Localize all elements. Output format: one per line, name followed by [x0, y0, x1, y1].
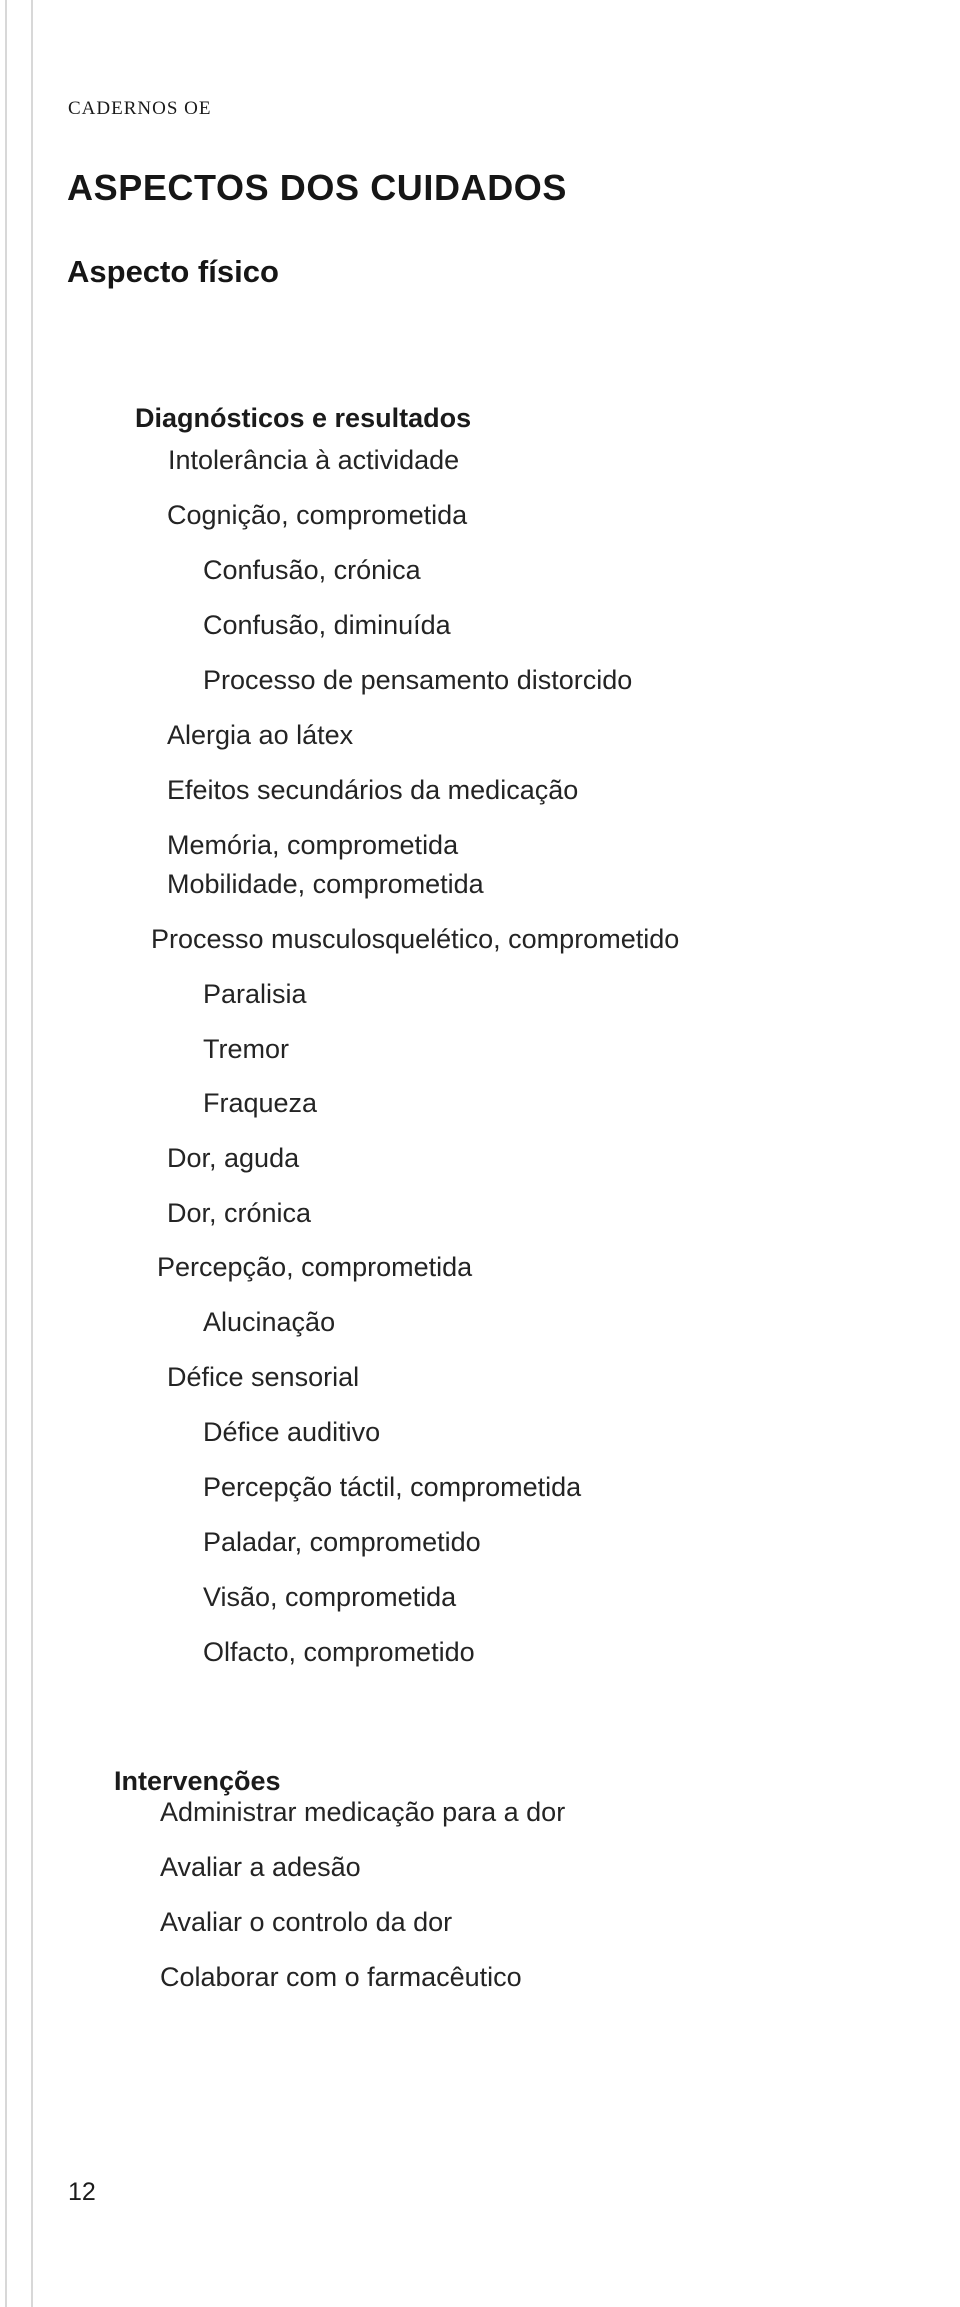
- page-title: ASPECTOS DOS CUIDADOS: [67, 167, 568, 209]
- page-number: 12: [68, 2178, 96, 2206]
- diagnostic-item: Efeitos secundários da medicação: [167, 775, 579, 805]
- document-page: CADERNOS OE ASPECTOS DOS CUIDADOS Aspect…: [0, 0, 960, 2307]
- diagnostic-item: Percepção táctil, comprometida: [203, 1472, 582, 1502]
- diagnostic-item: Paralisia: [203, 979, 307, 1009]
- running-head: CADERNOS OE: [68, 98, 212, 119]
- diagnostic-item: Paladar, comprometido: [203, 1527, 481, 1557]
- diagnostic-item: Confusão, diminuída: [203, 610, 451, 640]
- diagnostic-item: Mobilidade, comprometida: [167, 869, 484, 899]
- diagnostic-item: Cognição, comprometida: [167, 500, 468, 530]
- page-edge-rule-inner: [31, 0, 33, 2307]
- diagnostic-item: Olfacto, comprometido: [203, 1637, 475, 1667]
- diagnostic-item: Intolerância à actividade: [168, 445, 460, 475]
- diagnostic-item: Visão, comprometida: [203, 1582, 457, 1612]
- group-heading-diagnosticos-e-resultados: Diagnósticos e resultados: [135, 403, 472, 433]
- page-edge-rule-outer: [5, 0, 7, 2307]
- diagnostic-item: Dor, crónica: [167, 1198, 312, 1228]
- intervention-item: Colaborar com o farmacêutico: [160, 1962, 522, 1992]
- diagnostic-item: Alergia ao látex: [167, 720, 354, 750]
- diagnostic-item: Percepção, comprometida: [157, 1252, 473, 1282]
- diagnostic-item: Fraqueza: [203, 1088, 318, 1118]
- diagnostic-item: Défice sensorial: [167, 1362, 360, 1392]
- intervention-item: Administrar medicação para a dor: [160, 1797, 566, 1827]
- intervention-item: Avaliar a adesão: [160, 1852, 361, 1882]
- section-heading-intervencoes: Intervenções: [114, 1766, 281, 1797]
- intervention-item: Avaliar o controlo da dor: [160, 1907, 453, 1937]
- diagnostic-item: Tremor: [203, 1034, 289, 1064]
- diagnostic-item: Processo musculosquelético, comprometido: [151, 924, 680, 954]
- diagnostic-item: Alucinação: [203, 1307, 336, 1337]
- section-heading-aspecto-fisico: Aspecto físico: [67, 253, 279, 289]
- diagnostic-item: Confusão, crónica: [203, 555, 421, 585]
- diagnostic-item: Memória, comprometida: [167, 830, 459, 860]
- diagnostic-item: Dor, aguda: [167, 1143, 300, 1173]
- diagnostic-item: Processo de pensamento distorcido: [203, 665, 633, 695]
- diagnostic-item: Défice auditivo: [203, 1417, 381, 1447]
